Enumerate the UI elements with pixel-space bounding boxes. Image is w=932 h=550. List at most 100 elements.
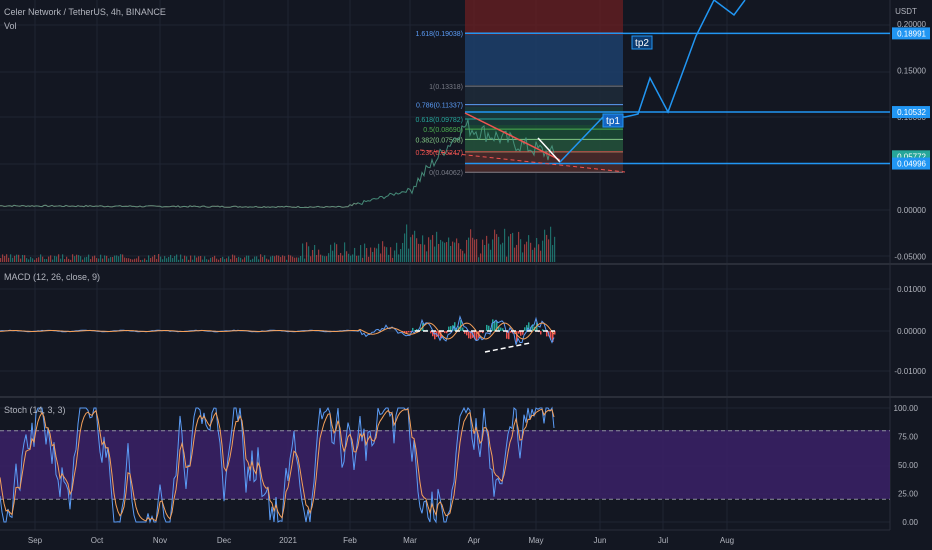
- time-label: Nov: [153, 536, 167, 545]
- volume-bar: [422, 235, 424, 262]
- price-label-text: 0.18991: [897, 29, 926, 38]
- volume-bar: [484, 245, 486, 262]
- volume-bar: [54, 255, 56, 262]
- macd-histogram-bar: [444, 331, 446, 334]
- fib-zone-05: [465, 139, 623, 153]
- volume-bar: [382, 241, 384, 262]
- volume-bar: [178, 259, 180, 262]
- volume-bar: [224, 259, 226, 262]
- volume-bar: [142, 259, 144, 262]
- volume-bar: [76, 254, 78, 262]
- volume-bar: [510, 233, 512, 262]
- volume-bar: [42, 256, 44, 262]
- volume-bar: [504, 228, 506, 262]
- volume-bar: [434, 246, 436, 262]
- volume-bar: [428, 237, 430, 262]
- time-label: Dec: [217, 536, 231, 545]
- volume-bar: [258, 259, 260, 262]
- volume-bar: [172, 258, 174, 262]
- volume-bar: [408, 248, 410, 262]
- volume-bar: [478, 257, 480, 262]
- volume-bar: [476, 239, 478, 262]
- volume-bar: [2, 254, 4, 262]
- volume-bar: [30, 256, 32, 262]
- volume-bar: [548, 239, 550, 262]
- volume-bar: [342, 255, 344, 262]
- volume-bar: [218, 259, 220, 262]
- volume-bar: [466, 239, 468, 262]
- volume-bar: [188, 259, 190, 262]
- volume-bar: [284, 256, 286, 262]
- macd-label[interactable]: MACD (12, 26, close, 9): [4, 272, 100, 282]
- volume-bar: [348, 253, 350, 262]
- symbol-title[interactable]: Celer Network / TetherUS, 4h, BINANCE: [4, 7, 166, 17]
- volume-bar: [220, 258, 222, 262]
- volume-bar: [402, 242, 404, 262]
- volume-bar: [56, 256, 58, 262]
- stoch-label[interactable]: Stoch (14, 3, 3): [4, 405, 66, 415]
- volume-bar: [294, 257, 296, 262]
- macd-histogram-bar: [492, 319, 494, 331]
- volume-bar: [308, 246, 310, 262]
- trading-chart[interactable]: 1.618(0.19038) 1(0.13318) 0.786(0.11337) 0.…: [0, 0, 932, 550]
- volume-bar: [44, 258, 46, 262]
- volume-bar: [252, 258, 254, 262]
- volume-bar: [508, 236, 510, 262]
- volume-bar: [550, 226, 552, 262]
- volume-label[interactable]: Vol: [4, 21, 17, 31]
- volume-bar: [552, 245, 554, 262]
- volume-bar: [46, 258, 48, 262]
- volume-bar: [166, 258, 168, 262]
- volume-bar: [150, 257, 152, 262]
- volume-bar: [192, 259, 194, 262]
- volume-bar: [318, 249, 320, 262]
- volume-bar: [352, 254, 354, 262]
- volume-bar: [340, 252, 342, 262]
- volume-bar: [194, 255, 196, 262]
- macd-tick: -0.01000: [894, 367, 926, 376]
- tp2-label[interactable]: tp2: [631, 35, 653, 50]
- volume-bar: [124, 257, 126, 262]
- volume-bar: [282, 255, 284, 262]
- macd-tick: 0.01000: [897, 285, 926, 294]
- volume-bar: [216, 258, 218, 262]
- volume-bar: [226, 258, 228, 262]
- fib-level-label: 1.618(0.19038): [416, 31, 463, 38]
- time-label: Mar: [403, 536, 417, 545]
- volume-bar: [524, 244, 526, 262]
- volume-bar: [6, 254, 8, 262]
- price-label-text: 0.10532: [897, 108, 926, 117]
- time-label: May: [528, 536, 543, 545]
- fib-level-label: 0.5(0.08690): [423, 127, 463, 134]
- volume-bar: [28, 259, 30, 262]
- volume-bar: [404, 233, 406, 262]
- volume-bar: [254, 256, 256, 262]
- volume-bar: [446, 242, 448, 262]
- volume-bar: [286, 259, 288, 262]
- volume-bar: [482, 239, 484, 262]
- volume-bar: [248, 255, 250, 262]
- volume-bar: [470, 229, 472, 262]
- volume-bar: [326, 256, 328, 262]
- volume-bar: [26, 258, 28, 262]
- volume-bar: [426, 251, 428, 262]
- tp2-text: tp2: [635, 38, 649, 49]
- volume-bar: [486, 235, 488, 262]
- volume-bar: [102, 258, 104, 262]
- volume-bar: [200, 256, 202, 262]
- tp1-label[interactable]: tp1: [602, 113, 624, 128]
- volume-bar: [146, 259, 148, 262]
- volume-bar: [152, 256, 154, 262]
- volume-bar: [388, 254, 390, 262]
- volume-bar: [208, 259, 210, 262]
- volume-bar: [238, 256, 240, 262]
- volume-bar: [104, 255, 106, 262]
- volume-bar: [406, 224, 408, 262]
- volume-bar: [400, 249, 402, 262]
- volume-bar: [134, 258, 136, 262]
- volume-bar: [310, 256, 312, 262]
- volume-bar: [452, 241, 454, 262]
- volume-bar: [394, 250, 396, 262]
- fib-zone-0618: [465, 125, 623, 139]
- volume-bar: [266, 258, 268, 262]
